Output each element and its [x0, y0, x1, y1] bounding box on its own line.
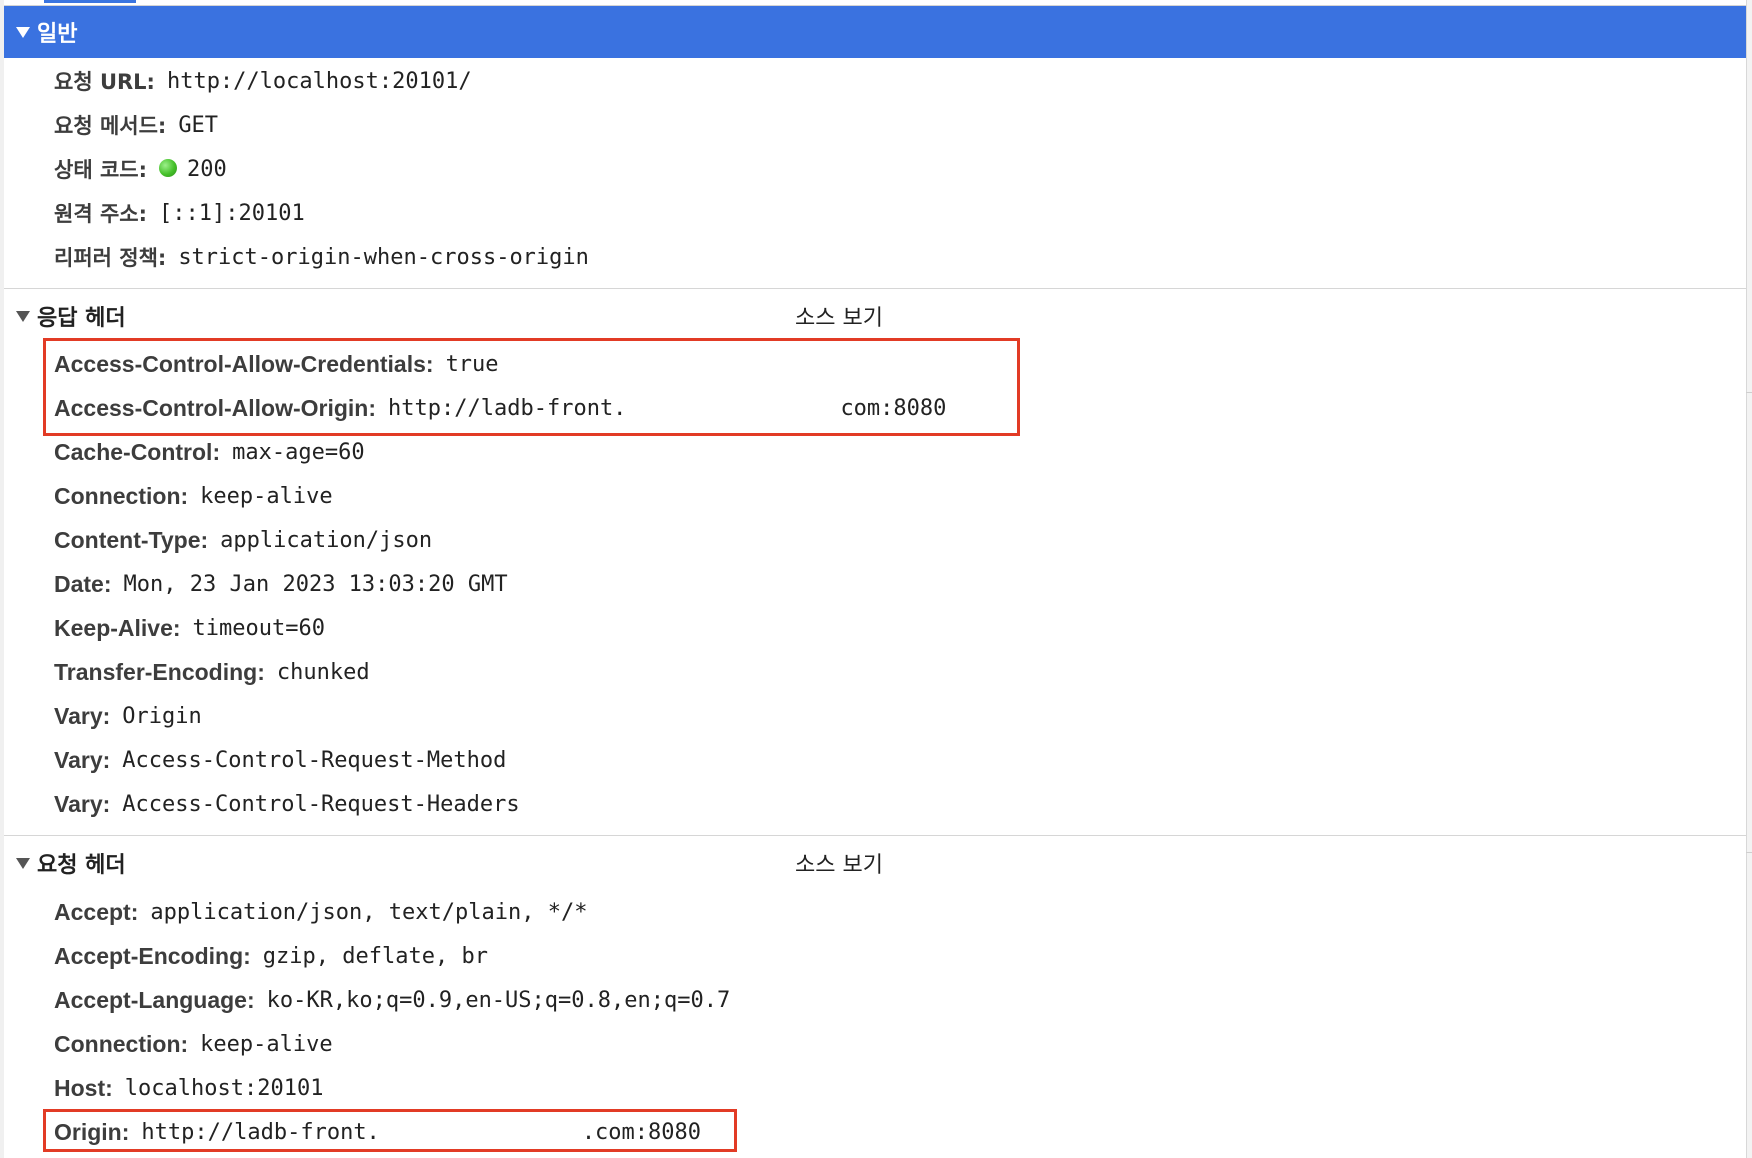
response-header-row: Keep-Alive: timeout=60 — [54, 608, 325, 648]
response-header-row: Transfer-Encoding: chunked — [54, 652, 370, 692]
response-header-row: Vary: Access-Control-Request-Method — [54, 740, 506, 780]
row-key: 원격 주소: — [54, 202, 147, 226]
request-header-row: Accept-Encoding: gzip, deflate, br — [54, 936, 488, 976]
row-key: 요청 URL: — [54, 70, 155, 94]
right-scroll-gutter[interactable] — [1746, 0, 1752, 1158]
row-key: 요청 메서드: — [54, 114, 167, 138]
row-value: Access-Control-Request-Headers — [122, 791, 520, 817]
row-value: 200 — [187, 156, 227, 182]
row-key: Connection: — [54, 482, 189, 509]
row-value-tail: .com:8080 — [581, 1119, 702, 1145]
row-value: true — [445, 351, 499, 377]
row-key: Origin: — [54, 1118, 130, 1145]
row-value: http://ladb-front. — [141, 1119, 380, 1145]
response-header-row: Connection: keep-alive — [54, 476, 333, 516]
row-value: ko-KR,ko;q=0.9,en-US;q=0.8,en;q=0.7 — [266, 987, 731, 1013]
row-key: Accept: — [54, 898, 139, 925]
general-row-remote-address: 원격 주소: [::1]:20101 — [54, 193, 305, 233]
general-row-request-url: 요청 URL: http://localhost:20101/ — [54, 61, 472, 101]
row-value: GET — [178, 112, 219, 138]
view-source-button[interactable]: 소스 보기 — [795, 847, 883, 879]
row-key: Vary: — [54, 702, 111, 729]
response-header-row: Access-Control-Allow-Credentials: true — [54, 344, 499, 384]
section-title: 응답 헤더 — [37, 306, 126, 331]
row-key: Accept-Language: — [54, 986, 255, 1013]
row-value: keep-alive — [200, 1031, 333, 1057]
row-key: Cache-Control: — [54, 438, 221, 465]
row-value: chunked — [276, 659, 370, 685]
twisty-expanded-icon[interactable] — [16, 310, 30, 322]
row-value: http://localhost:20101/ — [166, 68, 472, 94]
response-header-row: Content-Type: application/json — [54, 520, 432, 560]
row-key: Content-Type: — [54, 526, 209, 553]
row-value: Origin — [122, 703, 202, 729]
row-value: application/json, text/plain, */* — [150, 899, 588, 925]
response-header-row: Access-Control-Allow-Origin: http://ladb… — [54, 388, 946, 428]
twisty-expanded-icon[interactable] — [16, 857, 30, 869]
section-divider — [4, 835, 1746, 836]
active-tab-indicator — [44, 0, 136, 3]
row-value: http://ladb-front. — [388, 395, 627, 421]
general-row-request-method: 요청 메서드: GET — [54, 105, 218, 145]
section-title: 요청 헤더 — [37, 853, 126, 878]
row-key: Transfer-Encoding: — [54, 658, 265, 685]
row-key: Access-Control-Allow-Credentials: — [54, 350, 434, 377]
row-key: Access-Control-Allow-Origin: — [54, 394, 377, 421]
row-key: Connection: — [54, 1030, 189, 1057]
section-header-response[interactable]: 응답 헤더 소스 보기 — [4, 291, 1746, 341]
section-divider — [4, 288, 1746, 289]
response-header-row: Cache-Control: max-age=60 — [54, 432, 365, 472]
row-key: Host: — [54, 1074, 113, 1101]
general-row-status-code: 상태 코드: 200 — [54, 149, 227, 189]
row-value: timeout=60 — [192, 615, 325, 641]
request-header-row: Connection: keep-alive — [54, 1024, 333, 1064]
section-header-general[interactable]: 일반 — [4, 6, 1746, 58]
section-header-request[interactable]: 요청 헤더 소스 보기 — [4, 838, 1746, 888]
gutter-divider — [1746, 852, 1752, 853]
gutter-divider — [1746, 392, 1752, 393]
row-value: [::1]:20101 — [159, 200, 305, 226]
response-header-row: Date: Mon, 23 Jan 2023 13:03:20 GMT — [54, 564, 508, 604]
view-source-button[interactable]: 소스 보기 — [795, 300, 883, 332]
status-ok-dot-icon — [159, 159, 177, 177]
general-row-referrer-policy: 리퍼러 정책: strict-origin-when-cross-origin — [54, 237, 589, 277]
row-key: Vary: — [54, 790, 111, 817]
twisty-expanded-icon[interactable] — [16, 26, 30, 38]
row-value-tail: com:8080 — [840, 395, 947, 421]
row-value: application/json — [220, 527, 433, 553]
row-value: keep-alive — [200, 483, 333, 509]
row-value: localhost:20101 — [124, 1075, 324, 1101]
headers-panel: 일반 요청 URL: http://localhost:20101/ 요청 메서… — [4, 0, 1746, 1158]
row-key: Date: — [54, 570, 112, 597]
row-value: strict-origin-when-cross-origin — [178, 244, 589, 270]
request-header-row: Host: localhost:20101 — [54, 1068, 323, 1108]
request-header-row: Accept-Language: ko-KR,ko;q=0.9,en-US;q=… — [54, 980, 730, 1020]
row-key: Keep-Alive: — [54, 614, 181, 641]
row-value: Access-Control-Request-Method — [122, 747, 507, 773]
row-key: Vary: — [54, 746, 111, 773]
row-value: max-age=60 — [232, 439, 365, 465]
row-value: Mon, 23 Jan 2023 13:03:20 GMT — [123, 571, 508, 597]
response-header-row: Vary: Access-Control-Request-Headers — [54, 784, 520, 824]
request-header-row: Accept: application/json, text/plain, */… — [54, 892, 587, 932]
row-value: gzip, deflate, br — [262, 943, 488, 969]
request-header-row: Origin: http://ladb-front. .com:8080 — [54, 1112, 701, 1152]
response-header-row: Vary: Origin — [54, 696, 202, 736]
section-title: 일반 — [37, 22, 78, 47]
row-key: 상태 코드: — [54, 158, 147, 182]
row-key: Accept-Encoding: — [54, 942, 251, 969]
row-key: 리퍼러 정책: — [54, 246, 167, 270]
